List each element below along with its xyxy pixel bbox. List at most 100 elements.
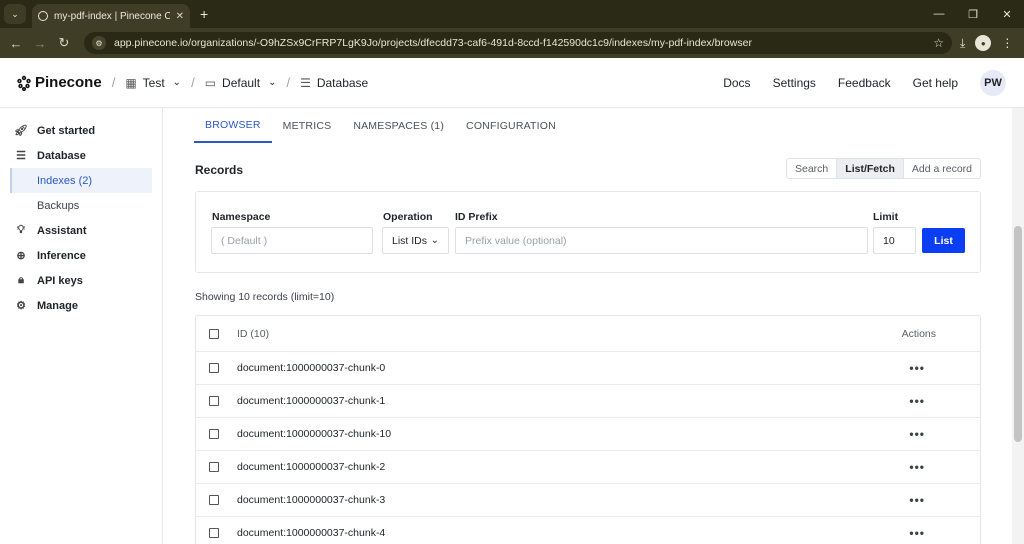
close-tab-icon[interactable]: ✕ <box>176 11 184 22</box>
docs-link[interactable]: Docs <box>723 76 750 90</box>
profile-icon[interactable]: ● <box>975 35 992 51</box>
sidebar-item-manage[interactable]: ⚙ Manage <box>0 293 162 318</box>
browser-tabbar: ⌄ my-pdf-index | Pinecone Conso ✕ + — ❐ … <box>0 0 1024 28</box>
id-prefix-label: ID Prefix <box>455 211 498 223</box>
records-title: Records <box>195 163 244 177</box>
lightbulb-icon: 💡︎ <box>17 224 25 236</box>
chevron-down-icon: ⌄ <box>268 77 277 88</box>
bookmark-star-icon[interactable]: ☆ <box>933 36 944 50</box>
record-id[interactable]: document:1000000037-chunk-1 <box>237 395 385 407</box>
sidebar-item-api-keys[interactable]: 🔒︎ API keys <box>0 268 162 293</box>
record-id[interactable]: document:1000000037-chunk-3 <box>237 494 385 506</box>
index-tabs: BROWSER METRICS NAMESPACES (1) CONFIGURA… <box>194 108 567 143</box>
table-row: document:1000000037-chunk-4 ••• <box>196 517 980 544</box>
settings-link[interactable]: Settings <box>773 76 816 90</box>
row-actions-icon[interactable]: ••• <box>909 427 925 441</box>
row-actions-icon[interactable]: ••• <box>909 361 925 375</box>
avatar[interactable]: PW <box>980 70 1006 96</box>
row-checkbox[interactable] <box>209 495 219 505</box>
tab-metrics[interactable]: METRICS <box>272 108 343 143</box>
back-icon[interactable]: ← <box>4 36 28 51</box>
sidebar-item-inference[interactable]: ⊕ Inference <box>0 243 162 268</box>
app-header: Pinecone / ▦ Test ⌄ / ▭ Default ⌄ / ☰ Da… <box>0 58 1024 108</box>
tab-browser[interactable]: BROWSER <box>194 108 272 143</box>
tab-namespaces[interactable]: NAMESPACES (1) <box>342 108 455 143</box>
table-row: document:1000000037-chunk-3 ••• <box>196 484 980 517</box>
limit-input[interactable]: 10 <box>873 227 916 254</box>
list-button[interactable]: List <box>922 228 965 253</box>
breadcrumb-database[interactable]: ☰ Database <box>300 76 368 90</box>
actions-column-header: Actions <box>901 327 936 340</box>
select-all-checkbox[interactable] <box>209 328 219 339</box>
menu-kebab-icon[interactable]: ⋮ <box>1001 36 1013 50</box>
sidebar-item-label: Database <box>37 149 86 162</box>
row-checkbox[interactable] <box>209 429 219 439</box>
operation-select[interactable]: List IDs ⌄ <box>382 227 449 254</box>
row-actions-icon[interactable]: ••• <box>909 493 925 507</box>
sidebar-item-database[interactable]: ☰ Database <box>0 143 162 168</box>
scrollbar-thumb[interactable] <box>1014 226 1022 442</box>
breadcrumb-separator: / <box>111 75 116 90</box>
sidebar: 🚀︎ Get started ☰ Database Indexes (2) Ba… <box>0 108 163 544</box>
record-id[interactable]: document:1000000037-chunk-4 <box>237 527 385 539</box>
sidebar-item-label: Assistant <box>37 224 87 237</box>
chevron-down-icon: ⌄ <box>430 235 439 246</box>
record-id[interactable]: document:1000000037-chunk-10 <box>237 428 391 440</box>
row-checkbox[interactable] <box>209 363 219 373</box>
table-row: document:1000000037-chunk-0 ••• <box>196 352 980 385</box>
sidebar-item-indexes[interactable]: Indexes (2) <box>10 168 152 193</box>
breadcrumb-project[interactable]: ▭ Default ⌄ <box>205 76 277 90</box>
row-actions-icon[interactable]: ••• <box>909 394 925 408</box>
namespace-input[interactable]: ( Default ) <box>211 227 373 254</box>
database-icon: ☰ <box>300 75 311 90</box>
page-scrollbar[interactable] <box>1012 108 1024 544</box>
get-help-link[interactable]: Get help <box>913 76 958 90</box>
row-checkbox[interactable] <box>209 528 219 538</box>
forward-icon[interactable]: → <box>28 36 52 51</box>
sidebar-item-label: Backups <box>37 199 80 212</box>
tab-configuration[interactable]: CONFIGURATION <box>455 108 567 143</box>
minimize-icon[interactable]: — <box>922 8 956 20</box>
row-checkbox[interactable] <box>209 462 219 472</box>
window-controls: — ❐ ✕ <box>922 0 1024 28</box>
sidebar-item-label: API keys <box>37 274 83 287</box>
breadcrumb-database-label: Database <box>316 75 369 90</box>
close-window-icon[interactable]: ✕ <box>990 8 1024 21</box>
site-info-icon[interactable]: ⚙ <box>92 36 106 50</box>
download-icon[interactable]: ⤓ <box>960 36 965 51</box>
feedback-link[interactable]: Feedback <box>838 76 891 90</box>
chevron-down-icon: ⌄ <box>172 77 182 88</box>
row-checkbox[interactable] <box>209 396 219 406</box>
new-tab-icon[interactable]: + <box>200 6 208 22</box>
mode-list-fetch-button[interactable]: List/Fetch <box>837 159 904 178</box>
row-actions-icon[interactable]: ••• <box>909 460 925 474</box>
breadcrumb-organization[interactable]: ▦ Test ⌄ <box>125 76 181 90</box>
sidebar-item-backups[interactable]: Backups <box>10 193 152 218</box>
sidebar-item-label: Manage <box>37 299 78 312</box>
operation-value: List IDs <box>392 234 428 247</box>
tab-search-chevron-icon[interactable]: ⌄ <box>4 4 26 24</box>
pinecone-logo[interactable]: Pinecone <box>16 74 102 91</box>
browser-tab-title: my-pdf-index | Pinecone Conso <box>54 10 170 22</box>
browser-tab[interactable]: my-pdf-index | Pinecone Conso ✕ <box>32 4 190 28</box>
url-field[interactable]: ⚙ app.pinecone.io/organizations/-O9hZSx9… <box>84 32 952 54</box>
mode-search-button[interactable]: Search <box>787 159 838 178</box>
namespace-label: Namespace <box>212 211 271 223</box>
sidebar-item-assistant[interactable]: 💡︎ Assistant <box>0 218 162 243</box>
mode-add-record-button[interactable]: Add a record <box>904 159 980 178</box>
pinecone-logo-icon <box>17 75 31 91</box>
row-actions-icon[interactable]: ••• <box>909 526 925 540</box>
records-table: ID (10) Actions document:1000000037-chun… <box>195 315 981 544</box>
database-icon: ☰ <box>16 150 26 162</box>
id-prefix-input[interactable]: Prefix value (optional) <box>455 227 868 254</box>
reload-icon[interactable]: ↻ <box>52 35 76 51</box>
breadcrumb-org-label: Test <box>142 75 165 90</box>
table-row: document:1000000037-chunk-2 ••• <box>196 451 980 484</box>
record-id[interactable]: document:1000000037-chunk-2 <box>237 461 385 473</box>
main-content: BROWSER METRICS NAMESPACES (1) CONFIGURA… <box>164 108 1012 544</box>
sidebar-item-get-started[interactable]: 🚀︎ Get started <box>0 118 162 143</box>
restore-icon[interactable]: ❐ <box>956 8 990 21</box>
breadcrumb-project-label: Default <box>222 75 261 90</box>
showing-count: Showing 10 records (limit=10) <box>195 291 335 303</box>
record-id[interactable]: document:1000000037-chunk-0 <box>237 362 385 374</box>
